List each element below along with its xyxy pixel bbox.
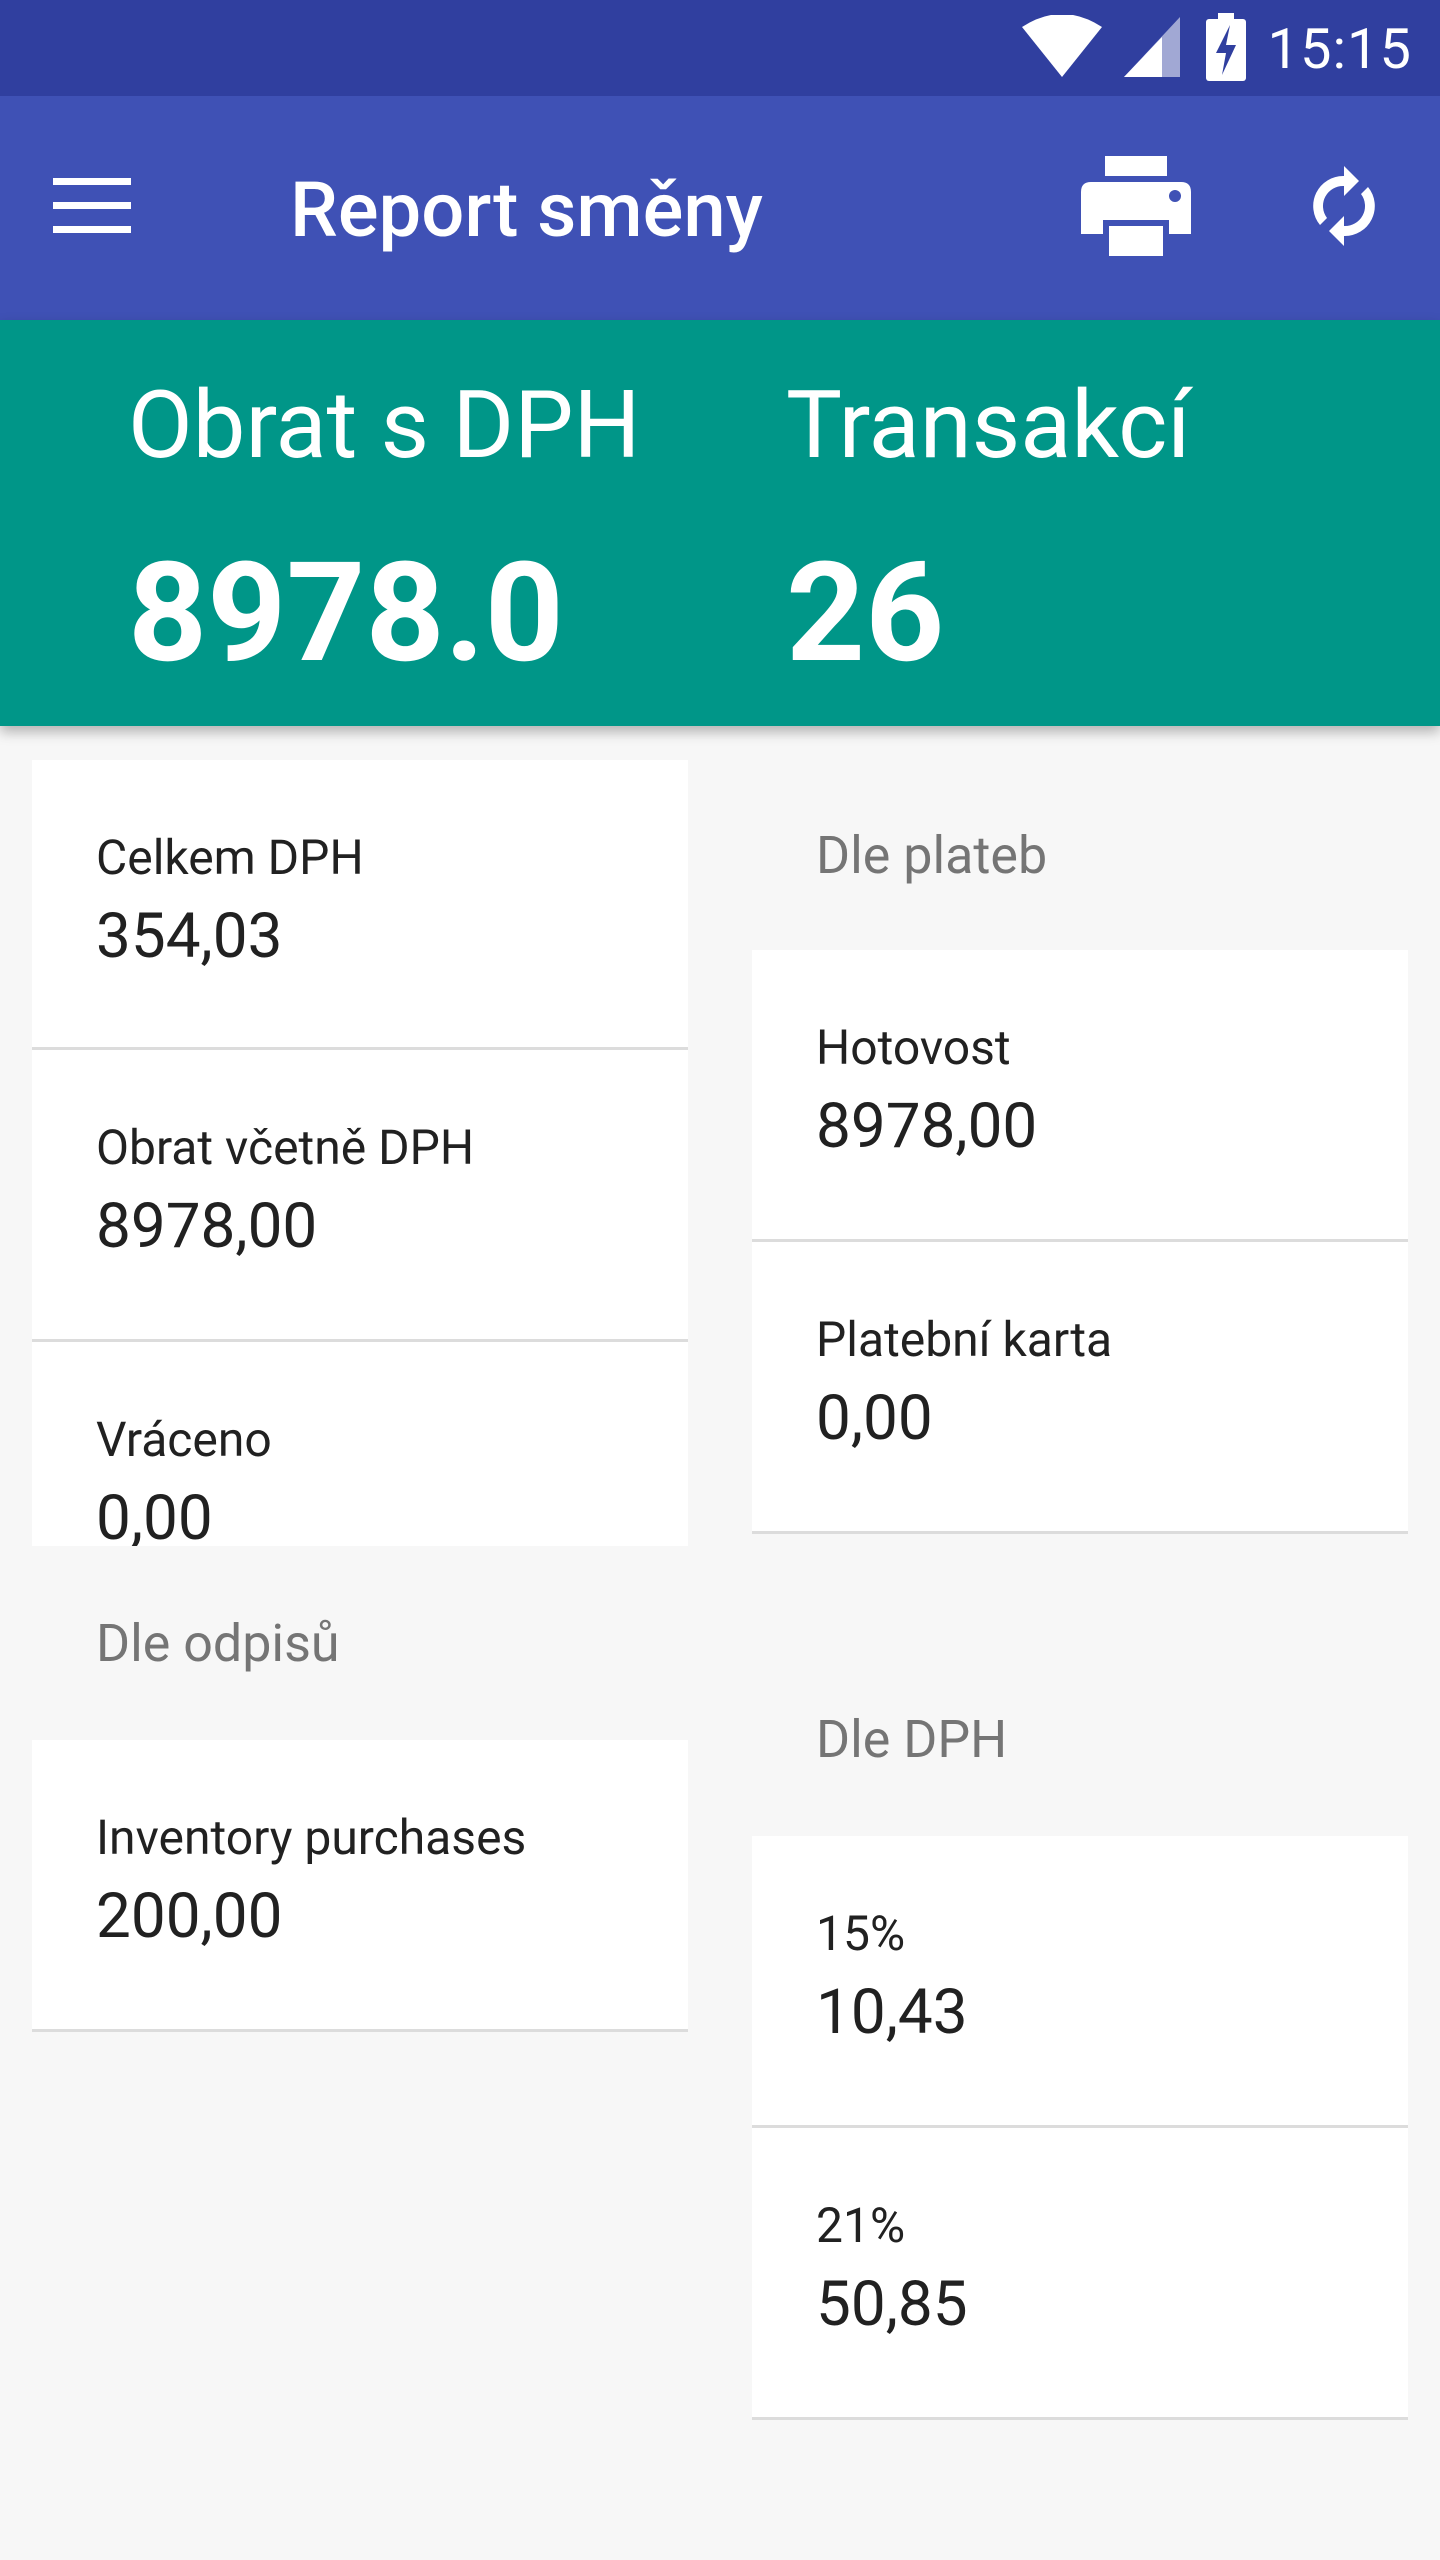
card-label: 15% <box>816 1905 906 1962</box>
turnover-label: Obrat s DPH <box>128 370 641 480</box>
sync-icon <box>1309 166 1379 250</box>
sync-button[interactable] <box>1290 154 1398 262</box>
status-bar: 15:15 <box>0 0 1440 96</box>
card-label: Celkem DPH <box>96 829 364 886</box>
app-bar: Report směny <box>0 96 1440 320</box>
card-turnover-incl-vat: Obrat včetně DPH 8978,00 <box>32 1050 688 1342</box>
card-value: 50,85 <box>816 2268 968 2341</box>
card-label: Vráceno <box>96 1411 272 1468</box>
card-vat-21: 21% 50,85 <box>752 2128 1408 2420</box>
print-icon <box>1081 156 1191 260</box>
menu-button[interactable] <box>40 160 144 256</box>
summary-panel: Obrat s DPH 8978.0 Transakcí 26 <box>0 320 1440 726</box>
card-label: 21% <box>816 2197 906 2254</box>
writeoffs-header: Dle odpisů <box>96 1613 340 1674</box>
card-vat-15: 15% 10,43 <box>752 1836 1408 2128</box>
card-value: 0,00 <box>96 1482 213 1546</box>
card-refunded: Vráceno 0,00 <box>32 1342 688 1546</box>
card-value: 10,43 <box>816 1976 968 2049</box>
cell-signal-icon <box>1123 15 1184 83</box>
print-button[interactable] <box>1068 154 1204 262</box>
card-inventory-purchases: Inventory purchases 200,00 <box>32 1740 688 2032</box>
card-value: 354,03 <box>96 900 283 973</box>
card-total-vat: Celkem DPH 354,03 <box>32 760 688 1050</box>
menu-icon <box>53 178 131 238</box>
battery-charging-icon <box>1205 13 1246 85</box>
card-value: 0,00 <box>816 1382 933 1455</box>
transactions-value: 26 <box>786 532 945 694</box>
card-label: Platební karta <box>816 1311 1113 1368</box>
transactions-label: Transakcí <box>786 370 1191 480</box>
card-label: Inventory purchases <box>96 1809 527 1866</box>
card-label: Obrat včetně DPH <box>96 1119 475 1176</box>
turnover-value: 8978.0 <box>128 532 564 694</box>
card-value: 8978,00 <box>816 1090 1038 1163</box>
payments-header: Dle plateb <box>816 825 1048 886</box>
wifi-icon <box>1021 14 1102 83</box>
card-payment-card: Platební karta 0,00 <box>752 1242 1408 1534</box>
page-title: Report směny <box>290 165 763 255</box>
card-label: Hotovost <box>816 1019 1011 1076</box>
card-value: 200,00 <box>96 1880 283 1953</box>
clock: 15:15 <box>1267 16 1412 82</box>
vat-header: Dle DPH <box>816 1709 1008 1770</box>
card-value: 8978,00 <box>96 1190 318 1263</box>
card-cash: Hotovost 8978,00 <box>752 950 1408 1242</box>
status-icons: 15:15 <box>1021 13 1412 85</box>
